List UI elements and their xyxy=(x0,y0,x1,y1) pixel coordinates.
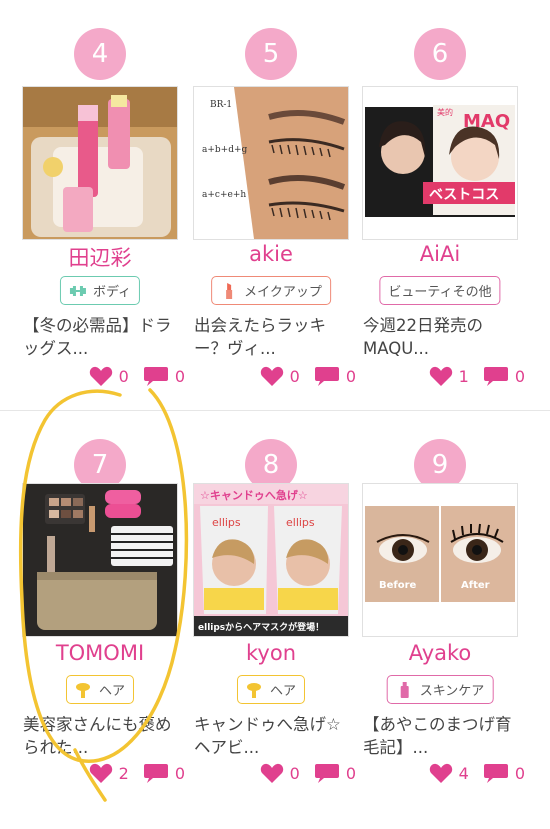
ranking-row: 4 田辺彩 ボディ 【冬の必需品】ドラッグス... 0 0 5 BR-1 a+b… xyxy=(0,0,550,410)
heart-icon[interactable] xyxy=(429,366,453,387)
post-title[interactable]: 【冬の必需品】ドラッグス... xyxy=(23,314,183,360)
comment-icon[interactable] xyxy=(143,366,169,387)
thumbnail-image: Before After xyxy=(363,484,517,636)
thumb-label: ベストコス xyxy=(429,187,499,203)
comment-icon[interactable] xyxy=(314,366,340,387)
hair-dryer-icon xyxy=(75,682,90,698)
tag-label: スキンケア xyxy=(419,684,485,699)
lipstick-icon xyxy=(226,282,233,299)
hair-dryer-icon xyxy=(246,682,261,698)
skincare-bottle-icon xyxy=(400,681,409,698)
like-count: 4 xyxy=(458,764,469,783)
post-stats: 2 0 xyxy=(15,763,185,784)
comment-icon[interactable] xyxy=(483,763,509,784)
thumb-label: ☆キャンドゥへ急げ☆ xyxy=(200,488,308,502)
post-stats: 1 0 xyxy=(355,366,525,387)
post-stats: 0 0 xyxy=(15,366,185,387)
author-name[interactable]: 田辺彩 xyxy=(15,242,185,272)
thumb-label: BR-1 xyxy=(210,100,232,110)
post-thumbnail[interactable]: BR-1 a+b+d+g a+c+e+h xyxy=(193,86,349,240)
thumb-label: a+b+d+g xyxy=(202,145,248,155)
ranking-row: 7 TOMOMI ヘア 美容家さんにも褒められた... 2 0 8 ☆キャンドゥ… xyxy=(0,410,550,829)
like-count: 0 xyxy=(289,764,300,783)
heart-icon[interactable] xyxy=(89,763,113,784)
post-title[interactable]: 出会えたらラッキー？ヴィ... xyxy=(194,314,354,360)
author-name[interactable]: kyon xyxy=(186,641,356,665)
comment-count: 0 xyxy=(514,367,525,386)
post-thumbnail[interactable]: MAQ 美的 ベストコス xyxy=(362,86,518,240)
thumbnail-image xyxy=(23,484,177,636)
post-title[interactable]: 【あやこのまつげ育毛記】... xyxy=(363,713,523,759)
rank-badge: 4 xyxy=(74,28,126,80)
tag-label: ボディ xyxy=(92,285,132,300)
thumbnail-image: BR-1 a+b+d+g a+c+e+h xyxy=(194,87,348,239)
post-thumbnail[interactable] xyxy=(22,483,178,637)
comment-icon[interactable] xyxy=(143,763,169,784)
tag-label: ヘア xyxy=(98,684,126,699)
heart-icon[interactable] xyxy=(89,366,113,387)
post-title[interactable]: 美容家さんにも褒められた... xyxy=(23,713,183,759)
tag-label: ヘア xyxy=(269,684,297,699)
thumb-label: Before xyxy=(379,580,417,591)
thumb-label: ellips xyxy=(286,516,315,529)
post-thumbnail[interactable] xyxy=(22,86,178,240)
category-tag[interactable]: ボディ xyxy=(59,276,141,305)
comment-icon[interactable] xyxy=(314,763,340,784)
category-tag[interactable]: メイクアップ xyxy=(211,276,331,305)
post-thumbnail[interactable]: ☆キャンドゥへ急げ☆ ellips ellips ellipsからヘアマスクが登… xyxy=(193,483,349,637)
thumb-label: ellips xyxy=(212,516,241,529)
post-stats: 0 0 xyxy=(186,366,356,387)
thumbnail-image: ☆キャンドゥへ急げ☆ ellips ellips ellipsからヘアマスクが登… xyxy=(194,484,348,636)
post-stats: 0 0 xyxy=(186,763,356,784)
comment-count: 0 xyxy=(174,367,185,386)
dumbbell-icon xyxy=(69,285,86,296)
heart-icon[interactable] xyxy=(429,763,453,784)
category-tag[interactable]: ヘア xyxy=(65,675,135,704)
thumb-label: 美的 xyxy=(437,107,453,117)
comment-count: 0 xyxy=(174,764,185,783)
ranking-grid: 4 田辺彩 ボディ 【冬の必需品】ドラッグス... 0 0 5 BR-1 a+b… xyxy=(0,0,550,829)
like-count: 2 xyxy=(118,764,129,783)
author-name[interactable]: Ayako xyxy=(355,641,525,665)
like-count: 0 xyxy=(289,367,300,386)
tag-label: メイクアップ xyxy=(244,285,322,300)
thumbnail-image: MAQ 美的 ベストコス xyxy=(363,87,517,239)
tag-label: ビューティその他 xyxy=(388,285,492,300)
author-name[interactable]: akie xyxy=(186,242,356,266)
rank-badge: 6 xyxy=(414,28,466,80)
post-title[interactable]: キャンドゥへ急げ☆ヘアビ... xyxy=(194,713,354,759)
thumb-label: After xyxy=(461,580,490,591)
category-tag[interactable]: ヘア xyxy=(236,675,306,704)
category-tag[interactable]: ビューティその他 xyxy=(379,276,501,305)
comment-count: 0 xyxy=(514,764,525,783)
heart-icon[interactable] xyxy=(260,763,284,784)
post-title[interactable]: 今週22日発売のMAQU... xyxy=(363,314,523,360)
rank-badge: 5 xyxy=(245,28,297,80)
author-name[interactable]: AiAi xyxy=(355,242,525,266)
category-tag[interactable]: スキンケア xyxy=(386,675,494,704)
comment-icon[interactable] xyxy=(483,366,509,387)
thumb-label: ellipsからヘアマスクが登場！ xyxy=(198,621,324,633)
heart-icon[interactable] xyxy=(260,366,284,387)
thumb-label: a+c+e+h xyxy=(202,190,246,200)
thumbnail-image xyxy=(23,87,177,239)
post-stats: 4 0 xyxy=(355,763,525,784)
author-name[interactable]: TOMOMI xyxy=(15,641,185,665)
like-count: 0 xyxy=(118,367,129,386)
post-thumbnail[interactable]: Before After xyxy=(362,483,518,637)
like-count: 1 xyxy=(458,367,469,386)
